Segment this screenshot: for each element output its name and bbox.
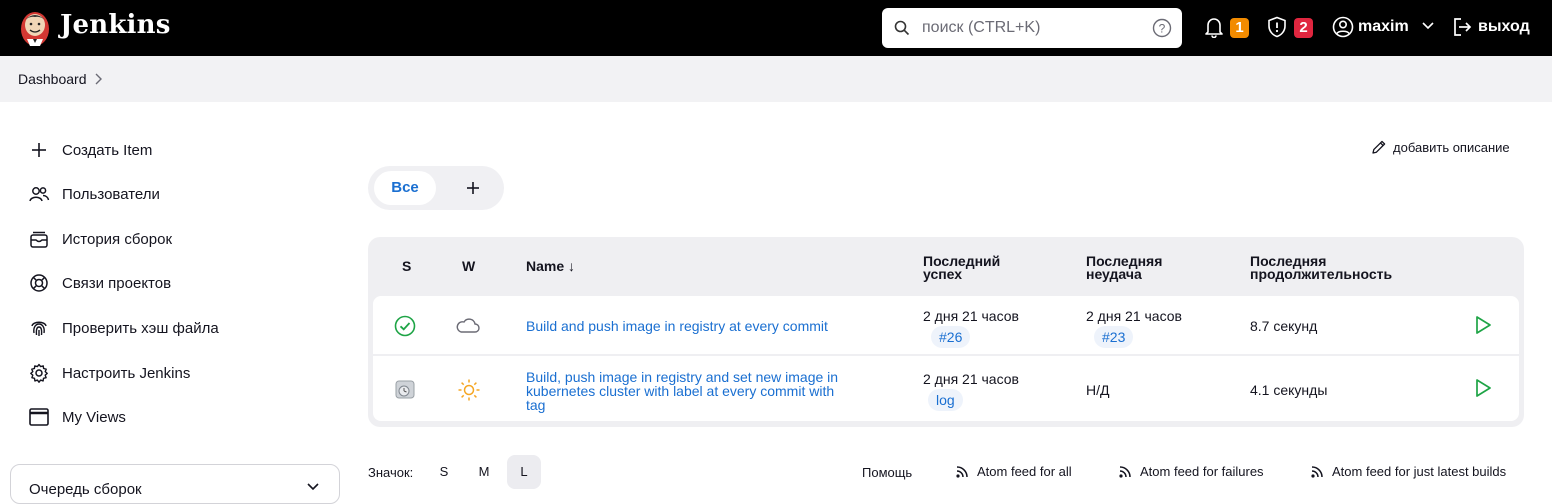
sidebar-item-label: My Views <box>62 408 126 426</box>
users-icon <box>29 187 50 202</box>
sidebar-item-build-history[interactable]: История сборок <box>28 227 328 251</box>
sidebar-item-my-views[interactable]: My Views <box>28 405 328 429</box>
sidebar-item-label: Настроить Jenkins <box>62 364 191 382</box>
sidebar-item-label: Проверить хэш файла <box>62 319 219 337</box>
svg-text:?: ? <box>1159 22 1166 36</box>
top-header: Jenkins ? 1 2 maxim выход <box>0 0 1552 56</box>
job-name-line: tag <box>526 397 546 413</box>
rss-icon <box>956 466 968 478</box>
header-status[interactable]: S <box>402 259 411 273</box>
add-description-link[interactable]: добавить описание <box>1371 139 1510 155</box>
build-link[interactable]: #23 <box>1094 326 1134 348</box>
search-input[interactable] <box>922 17 1142 39</box>
chevron-right-icon[interactable] <box>93 72 103 86</box>
header-weather[interactable]: W <box>462 259 475 273</box>
feed-label: Atom feed for failures <box>1140 463 1264 479</box>
shield-icon[interactable] <box>1267 16 1287 38</box>
help-icon[interactable]: ? <box>1152 18 1172 38</box>
last-failure-time: 2 дня 21 часов <box>1086 308 1182 324</box>
rss-icon <box>1311 466 1323 478</box>
header-name[interactable]: Name ↓ <box>526 259 575 273</box>
fingerprint-icon <box>31 321 47 336</box>
sidebar-item-project-relations[interactable]: Связи проектов <box>28 271 328 295</box>
feed-failures-link[interactable]: Atom feed for failures <box>1118 463 1264 479</box>
sunny-icon <box>458 379 480 401</box>
logout-icon[interactable] <box>1452 16 1472 38</box>
jobs-table: S W Name ↓ Последний успех Последняя неу… <box>368 237 1524 427</box>
last-success-time: 2 дня 21 часов <box>923 371 1019 387</box>
add-view-icon[interactable] <box>460 175 486 201</box>
help-link[interactable]: Помощь <box>862 465 912 480</box>
rss-icon <box>1119 466 1131 478</box>
gear-icon <box>30 363 48 383</box>
last-duration: 4.1 секунды <box>1250 382 1328 398</box>
sidebar-item-label: История сборок <box>62 230 173 248</box>
breadcrumb: Dashboard <box>0 56 1552 102</box>
build-link[interactable]: #26 <box>931 326 971 348</box>
build-queue-title: Очередь сборок <box>29 481 142 498</box>
feed-label: Atom feed for just latest builds <box>1332 463 1507 479</box>
tab-all[interactable]: Все <box>374 171 436 205</box>
breadcrumb-dashboard[interactable]: Dashboard <box>18 71 87 87</box>
view-tabs: Все <box>368 166 504 210</box>
header-last-success[interactable]: Последний успех <box>923 254 1000 282</box>
chevron-down-icon[interactable] <box>307 483 319 491</box>
chevron-down-icon[interactable] <box>1422 22 1434 30</box>
notifications-badge[interactable]: 1 <box>1230 18 1249 38</box>
not-built-icon <box>395 380 415 399</box>
success-icon <box>394 315 416 337</box>
header-line: продолжительность <box>1250 266 1393 282</box>
security-badge[interactable]: 2 <box>1294 18 1313 38</box>
play-icon[interactable] <box>1474 378 1492 398</box>
job-link[interactable]: Build, push image in registry and set ne… <box>526 370 838 412</box>
plus-icon <box>32 143 46 157</box>
brand-title[interactable]: Jenkins <box>60 10 171 40</box>
sidebar-item-manage-jenkins[interactable]: Настроить Jenkins <box>28 361 328 385</box>
sidebar-item-new-item[interactable]: Создать Item <box>28 138 328 162</box>
sidebar-item-users[interactable]: Пользователи <box>28 182 328 206</box>
sidebar-item-fingerprint[interactable]: Проверить хэш файла <box>28 316 328 340</box>
user-name[interactable]: maxim <box>1358 18 1409 36</box>
header-last-failure[interactable]: Последняя неудача <box>1086 254 1162 282</box>
header-last-duration[interactable]: Последняя продолжительность <box>1250 254 1393 282</box>
header-line: успех <box>923 266 963 282</box>
search-icon <box>894 20 910 36</box>
jenkins-logo-icon[interactable] <box>18 8 52 48</box>
job-name-line: Build, push image in registry and set ne… <box>526 369 839 385</box>
build-log-link[interactable]: log <box>928 389 963 411</box>
window-icon <box>29 408 49 426</box>
sidebar-item-label: Связи проектов <box>62 274 172 292</box>
header-line: неудача <box>1086 266 1142 282</box>
size-l-button[interactable]: L <box>507 455 541 489</box>
icon-size-label: Значок: <box>368 465 414 480</box>
job-link[interactable]: Build and push image in registry at ever… <box>526 319 828 333</box>
table-row: Build, push image in registry and set ne… <box>373 356 1519 421</box>
feed-all-link[interactable]: Atom feed for all <box>955 463 1072 479</box>
feed-latest-link[interactable]: Atom feed for just latest builds <box>1310 463 1506 479</box>
size-m-button[interactable]: M <box>467 455 501 489</box>
search-box[interactable]: ? <box>882 8 1182 48</box>
feed-label: Atom feed for all <box>977 463 1072 479</box>
play-icon[interactable] <box>1474 315 1492 335</box>
logout-link[interactable]: выход <box>1478 18 1530 36</box>
pencil-icon <box>1372 140 1386 154</box>
table-row: Build and push image in registry at ever… <box>373 296 1519 354</box>
last-success-time: 2 дня 21 часов <box>923 308 1019 324</box>
bell-icon[interactable] <box>1204 16 1224 38</box>
last-failure-time: Н/Д <box>1086 382 1110 398</box>
history-icon <box>30 231 48 248</box>
user-icon[interactable] <box>1332 16 1354 38</box>
relations-icon <box>30 274 48 292</box>
build-queue-panel[interactable]: Очередь сборок <box>10 464 340 504</box>
last-duration: 8.7 секунд <box>1250 318 1318 334</box>
size-s-button[interactable]: S <box>427 455 461 489</box>
add-description-label: добавить описание <box>1393 139 1510 155</box>
job-name-line: kubernetes cluster with label at every c… <box>526 383 835 399</box>
sidebar-item-label: Пользователи <box>62 185 160 203</box>
sidebar-item-label: Создать Item <box>62 141 153 159</box>
cloudy-icon <box>456 318 480 333</box>
